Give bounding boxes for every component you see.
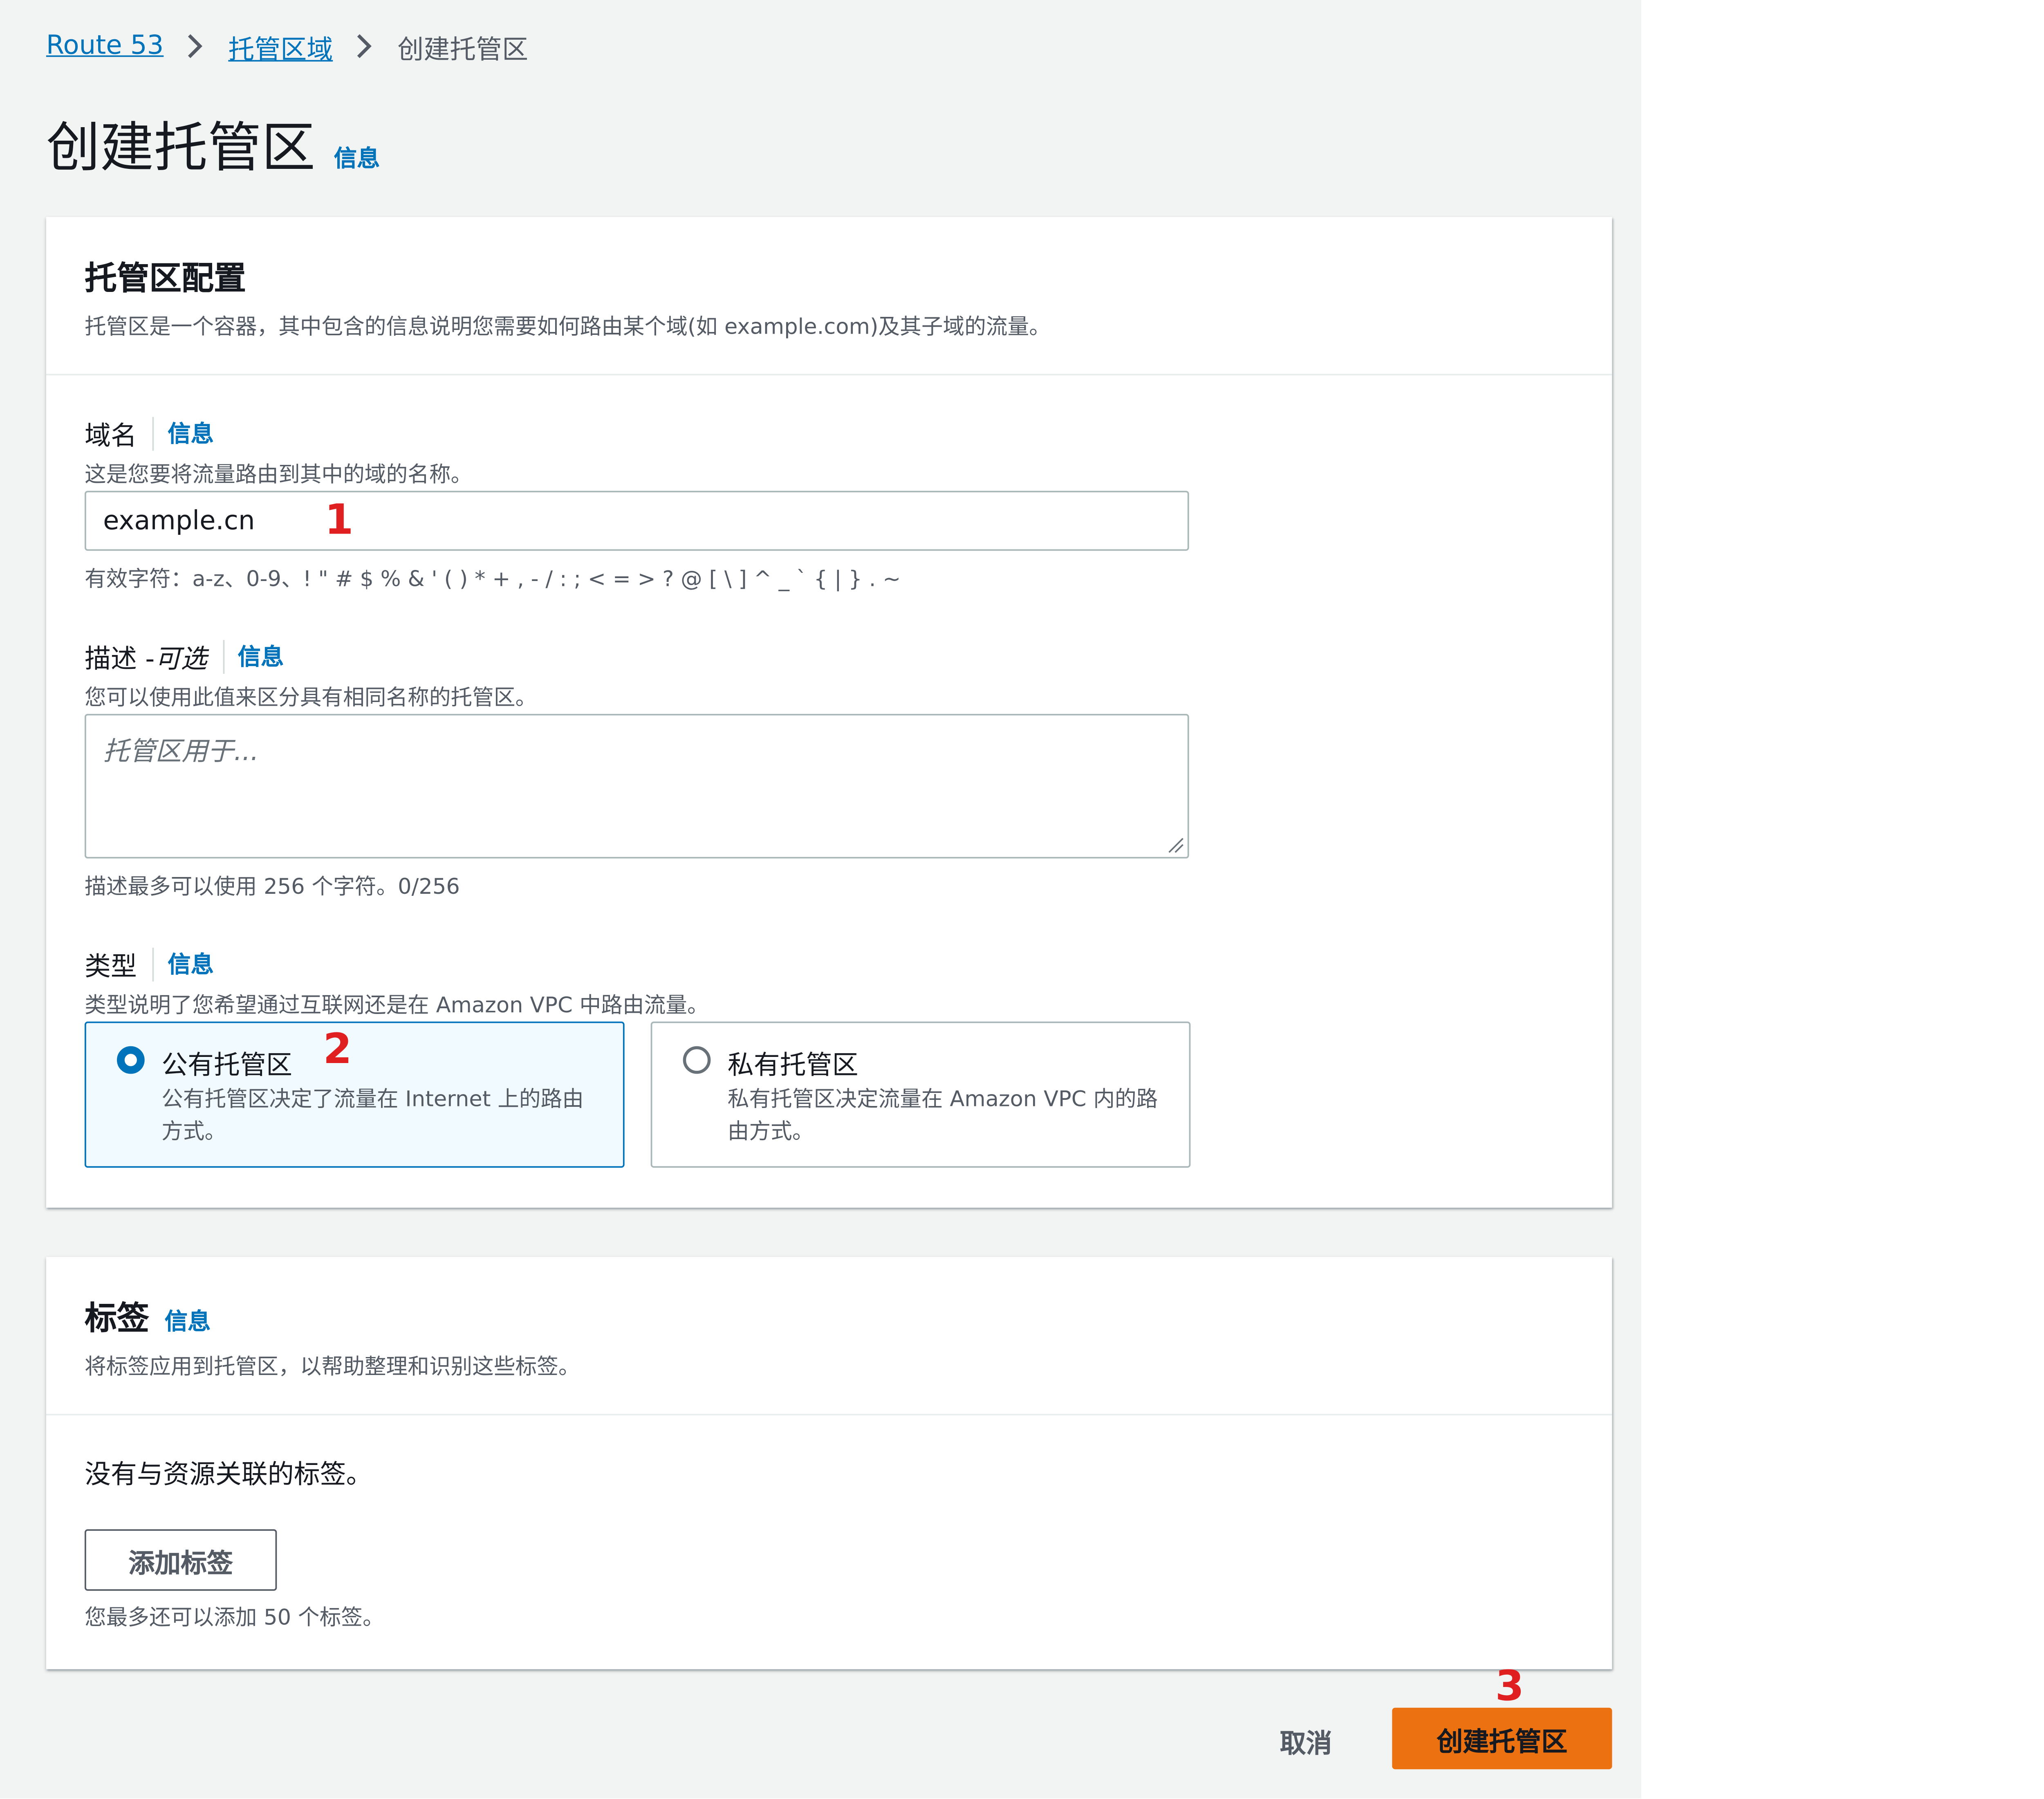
domain-description: 这是您要将流量路由到其中的域的名称。 [84, 463, 473, 488]
page-title: 创建托管区 [46, 118, 316, 180]
label-divider [152, 416, 154, 450]
breadcrumb-hosted-zones-link[interactable]: 托管区域 [228, 27, 333, 65]
domain-valid-chars-hint: 有效字符：a-z、0-9、! " # $ % & ' ( ) * + , - /… [84, 568, 901, 592]
public-zone-description: 公有托管区决定了流量在 Internet 上的路由方式。 [161, 1088, 584, 1145]
private-zone-title: 私有托管区 [727, 1050, 858, 1082]
breadcrumb-route53-link[interactable]: Route 53 [46, 31, 164, 61]
private-hosted-zone-option[interactable]: 私有托管区 私有托管区决定流量在 Amazon VPC 内的路由方式。 [650, 1021, 1191, 1168]
type-field-header: 类型 信息 类型说明了您希望通过互联网还是在 Amazon VPC 中路由流量。 [85, 944, 709, 1020]
annotation-marker-2: 2 [323, 1026, 352, 1074]
tags-panel: 标签 信息 将标签应用到托管区，以帮助整理和识别这些标签。 没有与资源关联的标签… [46, 1257, 1612, 1669]
cancel-button[interactable]: 取消 [1280, 1722, 1332, 1760]
annotation-marker-1: 1 [324, 497, 354, 545]
type-info-link[interactable]: 信息 [168, 948, 214, 980]
domain-field-header: 域名 信息 这是您要将流量路由到其中的域的名称。 [85, 414, 472, 489]
chevron-right-icon [358, 34, 372, 58]
add-tag-button[interactable]: 添加标签 [84, 1529, 277, 1591]
create-hosted-zone-button[interactable]: 创建托管区 [1392, 1707, 1612, 1770]
tags-info-link[interactable]: 信息 [165, 1305, 211, 1337]
domain-label: 域名 [84, 422, 137, 453]
breadcrumb-current: 创建托管区 [397, 34, 529, 65]
config-panel-title: 托管区配置 [84, 260, 247, 297]
public-hosted-zone-option[interactable]: 公有托管区 公有托管区决定了流量在 Internet 上的路由方式。 [84, 1021, 625, 1168]
description-textarea[interactable]: 托管区用于... [84, 713, 1189, 859]
tags-panel-description: 将标签应用到托管区，以帮助整理和识别这些标签。 [84, 1355, 580, 1380]
hosted-zone-config-panel: 托管区配置 托管区是一个容器，其中包含的信息说明您需要如何路由某个域(如 exa… [46, 217, 1612, 1208]
page-info-link[interactable]: 信息 [334, 141, 380, 174]
breadcrumb: Route 53 托管区域 创建托管区 [46, 28, 528, 65]
description-info-link[interactable]: 信息 [238, 640, 284, 672]
type-label: 类型 [84, 952, 137, 983]
annotation-marker-3: 3 [1495, 1663, 1524, 1711]
page-root: Route 53 托管区域 创建托管区 创建托管区 信息 托管区配置 托管区是一… [0, 0, 2044, 1799]
chevron-right-icon [188, 34, 203, 58]
radio-selected-icon[interactable] [117, 1046, 145, 1074]
private-zone-description: 私有托管区决定流量在 Amazon VPC 内的路由方式。 [727, 1088, 1158, 1145]
description-label: 描述 - [84, 644, 155, 675]
radio-unselected-icon[interactable] [683, 1046, 711, 1074]
config-panel-description: 托管区是一个容器，其中包含的信息说明您需要如何路由某个域(如 example.c… [84, 315, 1051, 340]
tags-limit-hint: 您最多还可以添加 50 个标签。 [84, 1606, 384, 1631]
domain-label-row: 域名 信息 [85, 414, 472, 452]
tags-panel-header: 标签 信息 将标签应用到托管区，以帮助整理和识别这些标签。 [46, 1257, 1612, 1415]
tags-panel-title: 标签 [84, 1300, 149, 1337]
domain-name-value: example.cn [103, 505, 255, 536]
public-zone-title: 公有托管区 [161, 1050, 292, 1082]
label-divider [152, 947, 154, 981]
config-panel-header: 托管区配置 托管区是一个容器，其中包含的信息说明您需要如何路由某个域(如 exa… [46, 217, 1612, 376]
label-divider [222, 639, 224, 673]
tags-title-row: 标签 信息 [85, 1294, 1573, 1340]
resize-handle-icon[interactable] [1166, 835, 1184, 854]
type-label-row: 类型 信息 [85, 944, 709, 983]
description-label-row: 描述 - 可选 信息 [85, 637, 537, 675]
description-optional-label: 可选 [155, 644, 207, 675]
domain-name-input[interactable]: example.cn [84, 491, 1189, 551]
description-field-header: 描述 - 可选 信息 您可以使用此值来区分具有相同名称的托管区。 [85, 637, 537, 712]
description-placeholder: 托管区用于... [103, 737, 259, 768]
no-tags-text: 没有与资源关联的标签。 [84, 1460, 372, 1491]
page-header: 创建托管区 信息 [46, 105, 380, 183]
description-char-count: 描述最多可以使用 256 个字符。0/256 [84, 875, 460, 900]
domain-info-link[interactable]: 信息 [168, 417, 214, 449]
type-description: 类型说明了您希望通过互联网还是在 Amazon VPC 中路由流量。 [84, 994, 709, 1018]
description-help: 您可以使用此值来区分具有相同名称的托管区。 [84, 686, 537, 711]
